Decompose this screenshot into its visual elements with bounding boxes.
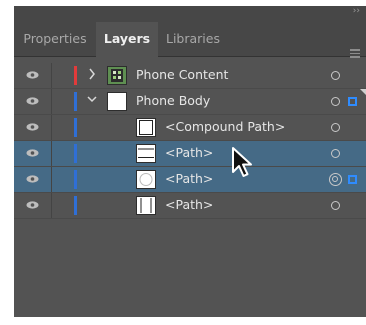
layer-row[interactable]: <Path> xyxy=(14,167,366,193)
layers-list: Phone Content Phone Body <Compound Path> <P… xyxy=(14,63,366,219)
lock-column[interactable] xyxy=(51,63,52,88)
layer-name: Phone Body xyxy=(136,93,211,108)
layer-row[interactable]: <Path> xyxy=(14,141,366,167)
tab-libraries[interactable]: Libraries xyxy=(158,22,228,56)
layer-thumbnail xyxy=(136,196,156,215)
lock-column[interactable] xyxy=(51,141,52,166)
layer-thumbnail xyxy=(136,118,156,137)
visibility-eye-icon[interactable] xyxy=(26,175,39,183)
panel-tab-bar: Properties Layers Libraries xyxy=(14,22,366,59)
selected-art-square-icon[interactable] xyxy=(348,97,357,106)
target-circle-icon[interactable] xyxy=(331,71,340,80)
mouse-pointer-icon xyxy=(232,147,252,177)
lock-column[interactable] xyxy=(51,167,52,192)
layer-color-bar xyxy=(74,66,77,85)
layer-row[interactable]: Phone Content xyxy=(14,63,366,89)
lock-column[interactable] xyxy=(51,115,52,140)
layer-name: <Path> xyxy=(165,197,214,212)
visibility-eye-icon[interactable] xyxy=(26,123,39,131)
layer-row[interactable]: <Compound Path> xyxy=(14,115,366,141)
layer-name: Phone Content xyxy=(136,67,229,82)
selected-art-square-icon[interactable] xyxy=(348,175,357,184)
visibility-eye-icon[interactable] xyxy=(26,149,39,157)
target-circle-icon[interactable] xyxy=(331,201,340,210)
target-circle-icon[interactable] xyxy=(329,173,342,186)
layer-color-bar xyxy=(74,118,77,137)
target-circle-icon[interactable] xyxy=(331,123,340,132)
lock-column[interactable] xyxy=(51,193,52,218)
target-circle-icon[interactable] xyxy=(331,149,340,158)
visibility-eye-icon[interactable] xyxy=(26,71,39,79)
expand-chevron-icon[interactable] xyxy=(87,68,97,80)
layer-thumbnail xyxy=(136,144,156,163)
layer-name: <Path> xyxy=(165,171,214,186)
target-circle-icon[interactable] xyxy=(331,97,340,106)
layer-color-bar xyxy=(74,144,77,163)
layer-thumbnail xyxy=(107,92,127,111)
tab-layers[interactable]: Layers xyxy=(96,22,158,57)
panel-menu-icon[interactable] xyxy=(350,49,360,59)
layer-name: <Compound Path> xyxy=(165,119,286,134)
lock-column[interactable] xyxy=(51,89,52,114)
layer-name: <Path> xyxy=(165,145,214,160)
collapse-panel-icon[interactable]: ›› xyxy=(353,6,360,16)
visibility-eye-icon[interactable] xyxy=(26,97,39,105)
panel-title-strip: ›› xyxy=(14,6,366,22)
layer-color-bar xyxy=(74,196,77,215)
layer-thumbnail xyxy=(107,66,127,85)
collapse-chevron-icon[interactable] xyxy=(87,94,97,106)
layer-thumbnail xyxy=(136,170,156,189)
layer-color-bar xyxy=(74,170,77,189)
tab-properties[interactable]: Properties xyxy=(14,22,96,56)
layer-color-bar xyxy=(74,92,77,111)
layer-row[interactable]: <Path> xyxy=(14,193,366,219)
selection-corner-indicator xyxy=(360,89,366,95)
layers-panel: ›› Properties Layers Libraries Phone Con… xyxy=(14,6,366,317)
layer-row[interactable]: Phone Body xyxy=(14,89,366,115)
visibility-eye-icon[interactable] xyxy=(26,201,39,209)
